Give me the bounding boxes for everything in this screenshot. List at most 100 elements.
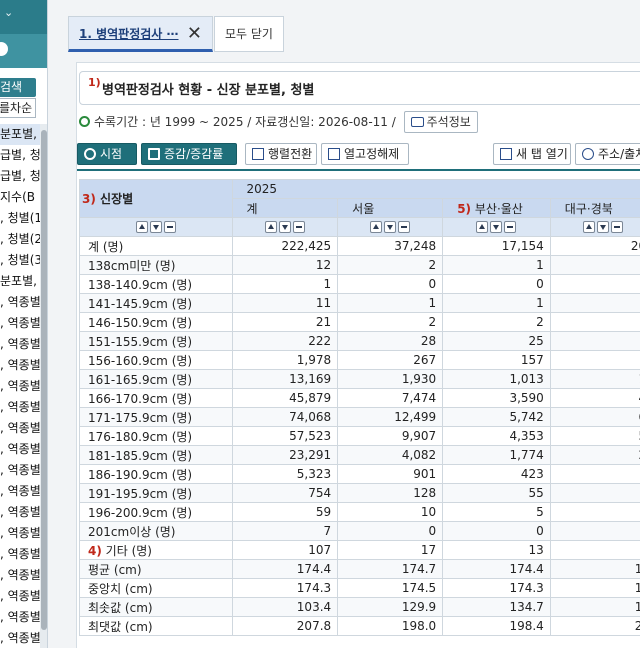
sidebar-item[interactable]: , 청별(3 bbox=[0, 250, 40, 271]
title-footnote-number[interactable]: 1) bbox=[88, 76, 101, 89]
table-cell: 5,323 bbox=[231, 464, 339, 484]
sidebar-item[interactable]: 급별, 청 bbox=[0, 166, 40, 187]
minus-icon[interactable] bbox=[611, 221, 624, 233]
table-row: 166-170.9cm (명) 45,8797,4743,5904, bbox=[79, 388, 640, 408]
sidebar-item[interactable]: 분포별, 청 bbox=[0, 124, 40, 145]
table-row: 196-200.9cm (명) 59 10 5 bbox=[79, 502, 640, 522]
sort-down-icon[interactable] bbox=[149, 221, 162, 233]
sort-up-icon[interactable] bbox=[370, 221, 383, 233]
sort-controls bbox=[549, 217, 640, 237]
sort-controls bbox=[231, 217, 339, 237]
table-cell: 3,590 bbox=[442, 388, 551, 408]
table-cell: 174.4 bbox=[231, 559, 339, 579]
sidebar-item[interactable]: , 역종별 bbox=[0, 628, 40, 648]
minus-icon[interactable] bbox=[504, 221, 517, 233]
row-label-cell: 평균 (cm) bbox=[79, 559, 233, 579]
row-label-cell: 186-190.9cm (명) bbox=[79, 464, 233, 484]
sidebar-item[interactable]: , 역종별 bbox=[0, 292, 40, 313]
sidebar-item[interactable]: , 역종별 bbox=[0, 355, 40, 376]
sidebar-search-button[interactable]: 검색 bbox=[0, 78, 36, 97]
row-label: 166-170.9cm (명) bbox=[88, 391, 193, 406]
table-cell: 1 bbox=[337, 293, 444, 313]
sidebar-item[interactable]: , 청별(2 bbox=[0, 229, 40, 250]
column-header-label: 서울 bbox=[352, 201, 375, 216]
table-cell: 17,154 bbox=[442, 236, 551, 256]
time-button[interactable]: 시점 bbox=[77, 143, 137, 165]
sidebar-item[interactable]: , 역종별 bbox=[0, 460, 40, 481]
table-row: 146-150.9cm (명) 21 2 2 bbox=[79, 312, 640, 332]
table-cell bbox=[549, 255, 640, 275]
minus-icon[interactable] bbox=[163, 221, 176, 233]
sort-up-icon[interactable] bbox=[135, 221, 148, 233]
sidebar-scrollbar-thumb[interactable] bbox=[41, 130, 47, 630]
row-header-label: 신장별 bbox=[100, 192, 134, 206]
row-label: 171-175.9cm (명) bbox=[88, 410, 193, 425]
data-table: 3) 신장별 2025 계 서울 5) 부산·울산 대구·경북 계 (명) 222,4… bbox=[79, 179, 640, 636]
info-line: 수록기간 : 년 1999 ~ 2025 / 자료갱신일: 2026-08-11… bbox=[79, 111, 478, 133]
row-label-cell: 146-150.9cm (명) bbox=[79, 312, 233, 332]
minus-icon[interactable] bbox=[398, 221, 411, 233]
sidebar-item[interactable]: , 역종별 bbox=[0, 607, 40, 628]
table-cell: 4,353 bbox=[442, 426, 551, 446]
new-tab-button[interactable]: 새 탭 열기 bbox=[493, 143, 571, 165]
table-cell: 74,068 bbox=[231, 407, 339, 427]
sidebar-item[interactable]: , 역종별 bbox=[0, 502, 40, 523]
table-cell: 21 bbox=[231, 312, 339, 332]
table-cell: 17 bbox=[549, 578, 640, 598]
change-rate-button[interactable]: 증감/증감률 bbox=[141, 143, 237, 165]
sidebar-item[interactable]: 분포별, 청 bbox=[0, 271, 40, 292]
pivot-button[interactable]: 행렬전환 bbox=[245, 143, 317, 165]
sort-up-icon[interactable] bbox=[264, 221, 277, 233]
annotation-button[interactable]: 주석정보 bbox=[403, 111, 478, 133]
close-icon[interactable]: ✕ bbox=[187, 17, 202, 51]
column-unfreeze-button[interactable]: 열고정해제 bbox=[321, 143, 409, 165]
sort-up-icon[interactable] bbox=[476, 221, 489, 233]
sidebar-item[interactable]: , 역종별 bbox=[0, 313, 40, 334]
sort-down-icon[interactable] bbox=[597, 221, 610, 233]
sidebar-item[interactable]: , 역종별 bbox=[0, 544, 40, 565]
address-source-button[interactable]: 주소/출처 bbox=[575, 143, 640, 165]
row-label-cell: 156-160.9cm (명) bbox=[79, 350, 233, 370]
table-cell: 9,907 bbox=[337, 426, 444, 446]
sort-down-icon[interactable] bbox=[278, 221, 291, 233]
circle-icon bbox=[0, 42, 8, 56]
table-row: 138-140.9cm (명) 1 0 0 bbox=[79, 274, 640, 294]
sort-down-icon[interactable] bbox=[384, 221, 397, 233]
period-text: 수록기간 : 년 1999 ~ 2025 / 자료갱신일: 2026-08-11… bbox=[94, 115, 396, 129]
sort-down-icon[interactable] bbox=[490, 221, 503, 233]
footnote-number[interactable]: 4) bbox=[88, 544, 102, 558]
footnote-number[interactable]: 3) bbox=[82, 192, 96, 206]
table-row: 186-190.9cm (명) 5,323 901 423 bbox=[79, 464, 640, 484]
sidebar-item[interactable]: , 역종별 bbox=[0, 523, 40, 544]
tab-statistics[interactable]: 1. 병역판정검사 ⋯ ✕ bbox=[68, 16, 213, 52]
table-cell: 1,013 bbox=[442, 369, 551, 389]
table-cell: 754 bbox=[231, 483, 339, 503]
sidebar-item[interactable]: , 역종별 bbox=[0, 376, 40, 397]
footnote-number[interactable]: 5) bbox=[457, 202, 471, 216]
sidebar-item[interactable]: 급별, 청 bbox=[0, 145, 40, 166]
sidebar-item[interactable]: , 역종별 bbox=[0, 418, 40, 439]
chevron-down-icon[interactable]: ⌄ bbox=[4, 6, 13, 19]
sidebar-item[interactable]: , 역종별 bbox=[0, 439, 40, 460]
sidebar-item[interactable]: , 청별(1 bbox=[0, 208, 40, 229]
table-title-box: 1) 병역판정검사 현황 - 신장 분포별, 청별 bbox=[79, 71, 640, 105]
close-all-tabs-button[interactable]: 모두 닫기 bbox=[214, 16, 284, 52]
sidebar-sort-select[interactable]: 를차순 bbox=[0, 98, 36, 118]
sidebar-item[interactable]: , 역종별 bbox=[0, 565, 40, 586]
data-table-container[interactable]: 3) 신장별 2025 계 서울 5) 부산·울산 대구·경북 계 (명) 222,4… bbox=[79, 179, 640, 648]
sidebar-band bbox=[0, 34, 47, 68]
row-label: 196-200.9cm (명) bbox=[88, 505, 193, 520]
sidebar-item[interactable]: , 역종별 bbox=[0, 481, 40, 502]
row-label: 기타 (명) bbox=[105, 543, 152, 558]
sidebar-item[interactable]: , 역종별 bbox=[0, 334, 40, 355]
row-label-cell: 161-165.9cm (명) bbox=[79, 369, 233, 389]
table-cell: 13 bbox=[442, 540, 551, 560]
sidebar-item[interactable]: , 역종별 bbox=[0, 397, 40, 418]
sort-up-icon[interactable] bbox=[583, 221, 596, 233]
minus-icon[interactable] bbox=[292, 221, 305, 233]
sidebar-item[interactable]: , 역종별 bbox=[0, 586, 40, 607]
sidebar-item[interactable]: 지수(B bbox=[0, 187, 40, 208]
row-label-cell: 141-145.9cm (명) bbox=[79, 293, 233, 313]
pivot-button-label: 행렬전환 bbox=[268, 147, 313, 161]
table-cell: 17 bbox=[549, 559, 640, 579]
